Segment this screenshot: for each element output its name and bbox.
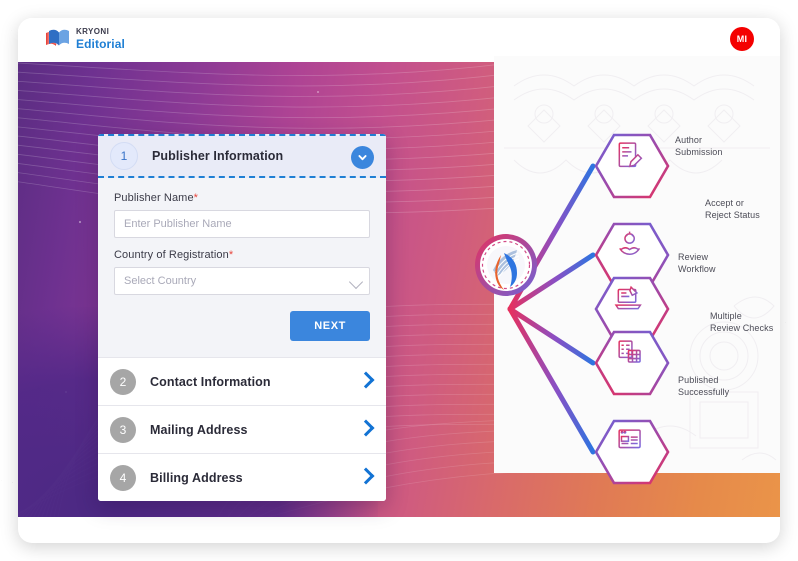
step-title-billing-address: Billing Address (150, 470, 243, 485)
workflow-node-label-05: Published Successfully (678, 374, 729, 398)
chevron-down-icon[interactable] (351, 146, 374, 169)
workflow-node-number-04: 04 (625, 380, 639, 392)
workflow-label-line: Author (675, 135, 703, 145)
workflow-node-number-02: 02 (625, 272, 639, 284)
publisher-name-input[interactable] (114, 210, 370, 238)
workflow-node-number-03: 03 (625, 326, 639, 338)
brand-name-secondary: Editorial (76, 37, 125, 51)
next-button[interactable]: NEXT (290, 311, 370, 341)
accordion-row-mailing-address[interactable]: 3 Mailing Address (98, 405, 386, 453)
kryoni-emblem-icon (473, 232, 539, 298)
workflow-label-line: Review (678, 252, 709, 262)
step-title-contact-information: Contact Information (150, 374, 271, 389)
workflow-label-line: Reject Status (705, 210, 760, 221)
step-title-publisher-information: Publisher Information (152, 149, 284, 163)
accordion-row-contact-information[interactable]: 2 Contact Information (98, 357, 386, 405)
workflow-label-line: Review Checks (710, 323, 774, 334)
workflow-label-line: Workflow (678, 264, 716, 275)
field-label-text: Country of Registration (114, 249, 229, 261)
publisher-registration-form: 1 Publisher Information Publisher Name* … (98, 134, 386, 501)
accordion-row-billing-address[interactable]: 4 Billing Address (98, 453, 386, 501)
brand-logo[interactable]: KRYONI Editorial (44, 26, 125, 52)
field-label-text: Publisher Name (114, 192, 194, 204)
required-marker: * (193, 192, 199, 204)
open-book-icon (44, 26, 70, 52)
avatar[interactable]: MI (730, 27, 754, 51)
step-number-4: 4 (110, 464, 136, 491)
label-country-of-registration: Country of Registration* (114, 249, 370, 261)
required-marker: * (228, 249, 234, 261)
accordion-header-publisher-information[interactable]: 1 Publisher Information (98, 134, 386, 178)
label-publisher-name: Publisher Name* (114, 192, 370, 204)
workflow-label-line: Multiple (710, 311, 742, 321)
workflow-node-label-01: Author Submission (675, 134, 723, 158)
workflow-node-label-02: Accept or Reject Status (705, 197, 760, 221)
chevron-right-icon[interactable] (357, 419, 375, 437)
step-number-1: 1 (110, 142, 138, 170)
workflow-label-line: Published (678, 375, 719, 385)
app-window: KRYONI Editorial MI 01 02 03 04 05 Autho… (18, 18, 780, 543)
accordion-body-publisher-information: Publisher Name* Country of Registration*… (98, 178, 386, 357)
country-of-registration-select[interactable] (114, 267, 370, 295)
step-number-3: 3 (110, 416, 136, 443)
workflow-node-number-05: 05 (625, 469, 639, 481)
workflow-node-label-04: Multiple Review Checks (710, 310, 773, 334)
workflow-label-line: Accept or (705, 198, 744, 208)
chevron-right-icon[interactable] (357, 371, 375, 389)
workflow-label-line: Successfully (678, 387, 730, 398)
step-title-mailing-address: Mailing Address (150, 422, 248, 437)
brand-name-primary: KRYONI (76, 27, 110, 36)
workflow-node-number-01: 01 (625, 183, 639, 195)
chevron-right-icon[interactable] (357, 467, 375, 485)
step-number-2: 2 (110, 368, 136, 395)
workflow-node-label-03: Review Workflow (678, 251, 716, 275)
workflow-label-line: Submission (675, 147, 723, 158)
